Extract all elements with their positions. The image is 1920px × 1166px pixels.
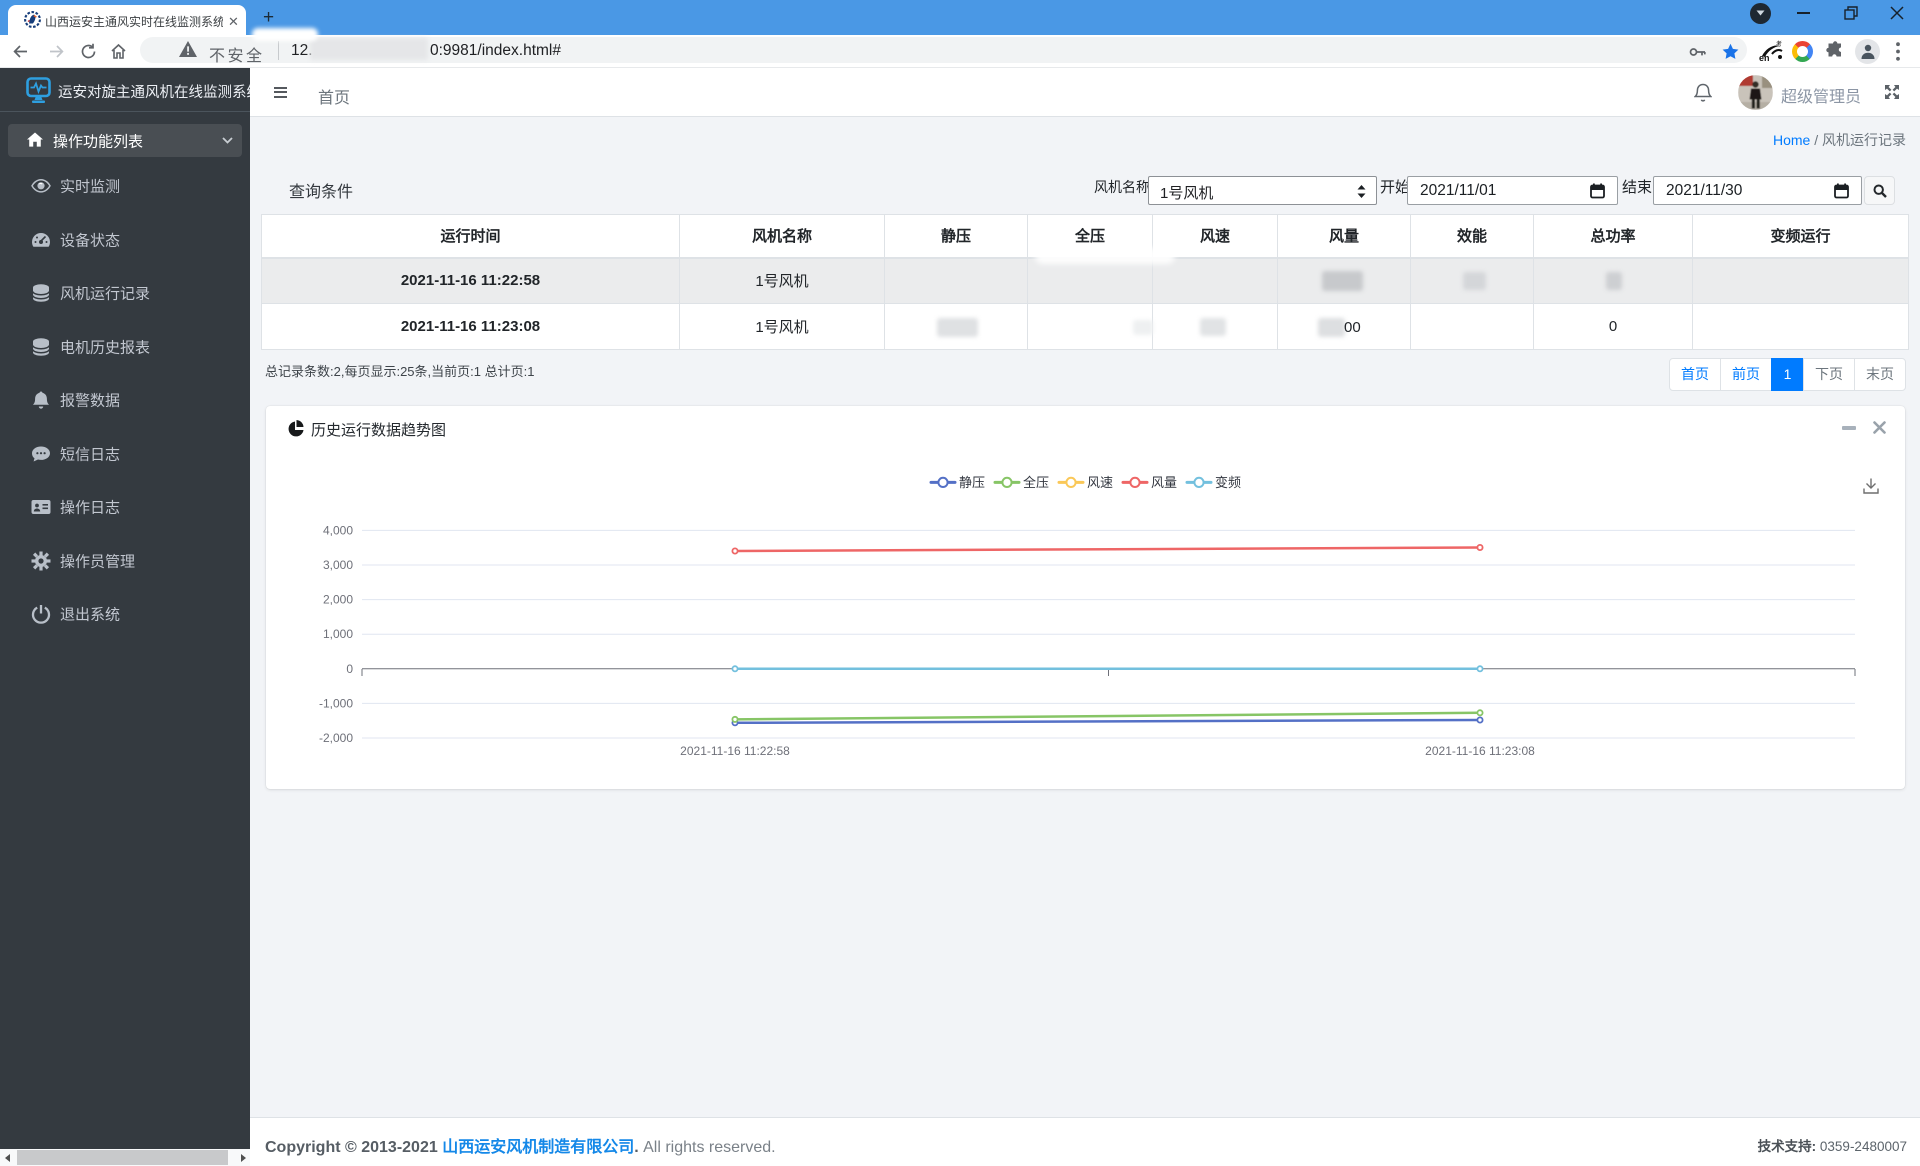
svg-text:3,000: 3,000 <box>323 558 353 572</box>
svg-text:风速: 风速 <box>1087 475 1113 490</box>
svg-text:-1,000: -1,000 <box>319 696 353 710</box>
svg-text:2021-11-16 11:23:08: 2021-11-16 11:23:08 <box>1425 744 1535 758</box>
svg-text:考: 考 <box>1776 40 1782 48</box>
svg-text:2,000: 2,000 <box>323 593 353 607</box>
svg-text:2021-11-16 11:22:58: 2021-11-16 11:22:58 <box>680 744 790 758</box>
svg-text:1,000: 1,000 <box>323 627 353 641</box>
svg-text:全压: 全压 <box>1023 475 1049 490</box>
svg-text:en: en <box>1759 53 1770 63</box>
svg-text:变频: 变频 <box>1215 475 1241 490</box>
svg-text:-2,000: -2,000 <box>319 731 353 745</box>
svg-text:静压: 静压 <box>959 475 985 490</box>
svg-text:风量: 风量 <box>1151 475 1177 490</box>
svg-text:4,000: 4,000 <box>323 523 353 537</box>
svg-text:0: 0 <box>346 662 353 676</box>
